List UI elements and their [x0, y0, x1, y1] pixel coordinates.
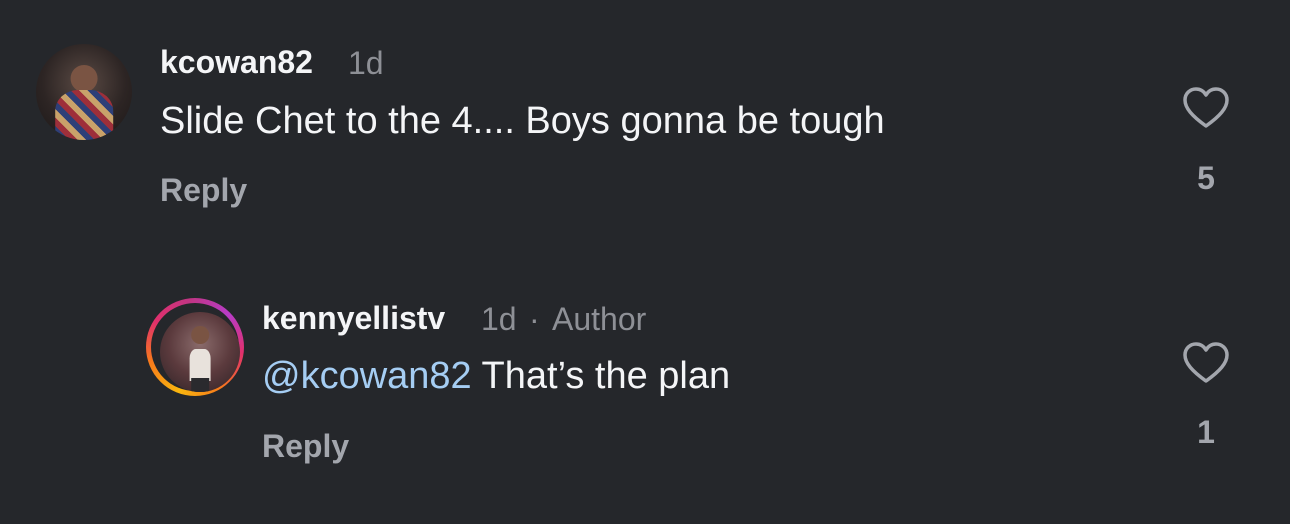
- reply-text: @kcowan82 That’s the plan: [262, 355, 730, 398]
- comment-text: Slide Chet to the 4.... Boys gonna be to…: [160, 100, 885, 142]
- meta-separator: ·: [529, 301, 540, 337]
- story-ring-gap: [151, 303, 240, 392]
- comment-timestamp: 1d: [348, 45, 384, 81]
- avatar[interactable]: [36, 44, 132, 140]
- avatar-head: [191, 326, 209, 344]
- avatar-legs: [191, 377, 209, 392]
- mention-link[interactable]: @kcowan82: [262, 355, 472, 397]
- heart-outline-icon[interactable]: [1182, 341, 1230, 385]
- reply-button[interactable]: Reply: [160, 172, 247, 209]
- avatar-head: [70, 65, 98, 92]
- avatar-body: [189, 348, 211, 381]
- comment-username[interactable]: kcowan82: [160, 44, 313, 81]
- reply-username[interactable]: kennyellistv: [262, 300, 445, 337]
- story-ring[interactable]: [146, 298, 244, 396]
- reply-button[interactable]: Reply: [262, 428, 349, 465]
- author-badge: Author: [552, 301, 647, 337]
- avatar-body: [55, 90, 113, 140]
- comment: kcowan82 1d Slide Chet to the 4.... Boys…: [0, 0, 1290, 260]
- like-count: 1: [1197, 414, 1215, 450]
- avatar: [160, 312, 240, 392]
- heart-outline-icon[interactable]: [1182, 86, 1230, 130]
- reply-timestamp: 1d: [481, 301, 517, 337]
- like-count: 5: [1197, 160, 1215, 196]
- reply-text-body: That’s the plan: [471, 355, 731, 397]
